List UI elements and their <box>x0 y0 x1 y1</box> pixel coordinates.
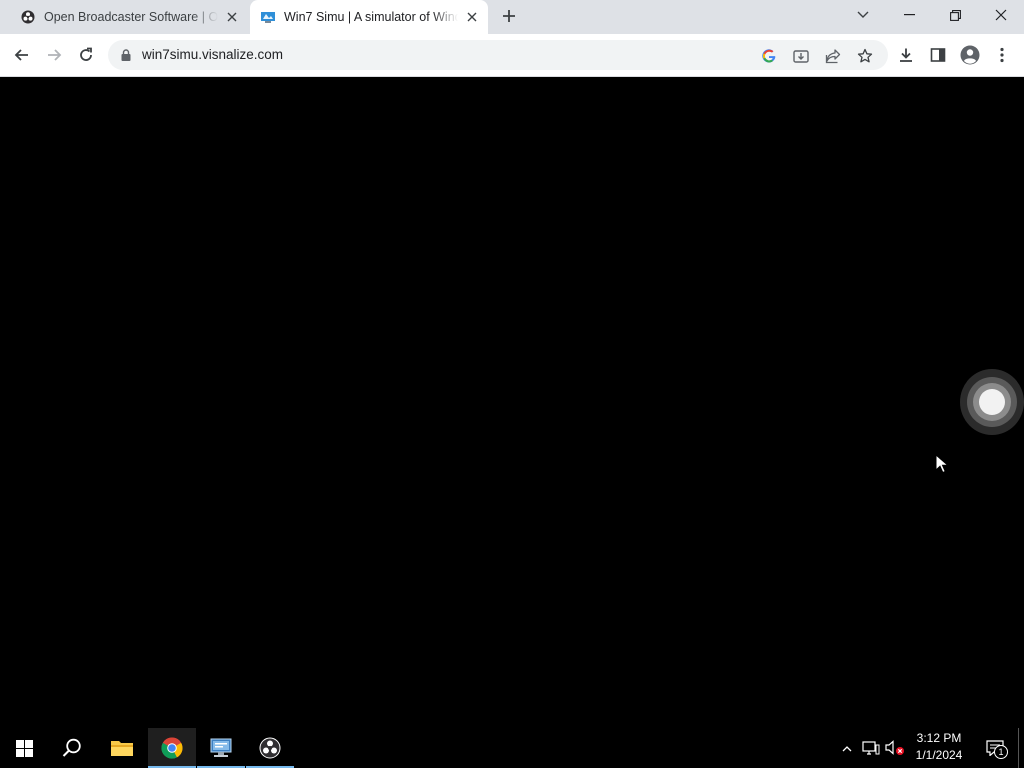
share-icon[interactable] <box>824 47 842 65</box>
reload-icon <box>80 47 92 61</box>
downloads-button[interactable] <box>892 41 920 69</box>
network-icon <box>862 741 880 755</box>
browser-tabstrip: Open Broadcaster Software | OBS Win7 Sim… <box>0 0 1024 34</box>
address-bar[interactable]: win7simu.visnalize.com <box>108 40 888 70</box>
close-icon[interactable] <box>464 9 480 25</box>
more-vertical-icon <box>1000 47 1004 63</box>
network-app-button[interactable] <box>197 728 245 768</box>
menu-button[interactable] <box>988 41 1016 69</box>
restore-button[interactable] <box>932 0 978 30</box>
side-panel-button[interactable] <box>924 41 952 69</box>
obs-icon <box>259 737 281 759</box>
avatar-icon <box>960 45 980 65</box>
obs-taskbar-button[interactable] <box>246 728 294 768</box>
chevron-up-icon <box>842 745 852 751</box>
clock-date: 1/1/2024 <box>915 748 963 762</box>
browser-toolbar: win7simu.visnalize.com <box>0 34 1024 77</box>
close-icon <box>995 9 1007 21</box>
chrome-taskbar-button[interactable] <box>148 728 196 768</box>
back-button[interactable] <box>8 41 36 69</box>
tab-obs[interactable]: Open Broadcaster Software | OBS <box>0 0 248 34</box>
tab-title: Open Broadcaster Software | OBS <box>44 10 218 24</box>
system-clock[interactable]: 3:12 PM 1/1/2024 <box>905 730 973 766</box>
win7simu-icon <box>260 9 276 25</box>
chrome-icon <box>161 737 183 759</box>
network-tray-button[interactable] <box>860 728 882 768</box>
plus-icon <box>503 10 515 22</box>
action-center-button[interactable]: 1 <box>978 728 1012 768</box>
url-text: win7simu.visnalize.com <box>142 47 284 62</box>
mouse-pointer-icon <box>935 454 949 474</box>
close-icon[interactable] <box>224 9 240 25</box>
side-panel-icon <box>930 48 946 62</box>
chevron-down-icon <box>857 11 869 18</box>
network-app-icon <box>210 738 232 757</box>
show-hidden-icons-button[interactable] <box>838 728 856 768</box>
restore-icon <box>949 9 961 21</box>
tab-search-button[interactable] <box>840 0 886 30</box>
install-app-icon[interactable] <box>792 47 810 65</box>
volume-tray-button[interactable] <box>884 728 906 768</box>
start-button[interactable] <box>0 728 48 768</box>
download-icon <box>900 48 912 62</box>
new-tab-button[interactable] <box>498 5 520 27</box>
arrow-right-icon <box>48 49 62 61</box>
windows-logo-icon <box>15 739 33 757</box>
google-icon[interactable] <box>760 47 778 65</box>
reload-button[interactable] <box>72 41 100 69</box>
page-content[interactable] <box>0 78 1024 728</box>
profile-button[interactable] <box>956 41 984 69</box>
forward-button[interactable] <box>40 41 68 69</box>
close-window-button[interactable] <box>978 0 1024 30</box>
minimize-icon <box>903 14 915 16</box>
lock-icon[interactable] <box>118 47 134 63</box>
folder-icon <box>111 741 133 756</box>
search-icon <box>62 738 81 757</box>
arrow-left-icon <box>14 49 28 61</box>
floating-action-button[interactable] <box>960 369 1024 435</box>
search-button[interactable] <box>48 728 96 768</box>
tab-title: Win7 Simu | A simulator of Windows 7 <box>284 10 458 24</box>
minimize-button[interactable] <box>886 0 932 30</box>
star-icon[interactable] <box>856 47 874 65</box>
file-explorer-button[interactable] <box>98 728 146 768</box>
obs-icon <box>20 9 36 25</box>
clock-time: 3:12 PM <box>916 731 962 745</box>
volume-muted-icon <box>885 740 904 755</box>
show-desktop-button[interactable] <box>1018 728 1024 768</box>
notification-count-badge: 1 <box>994 745 1008 759</box>
windows-taskbar: 3:12 PM 1/1/2024 1 <box>0 728 1024 768</box>
tab-win7simu[interactable]: Win7 Simu | A simulator of Windows 7 <box>250 0 488 34</box>
